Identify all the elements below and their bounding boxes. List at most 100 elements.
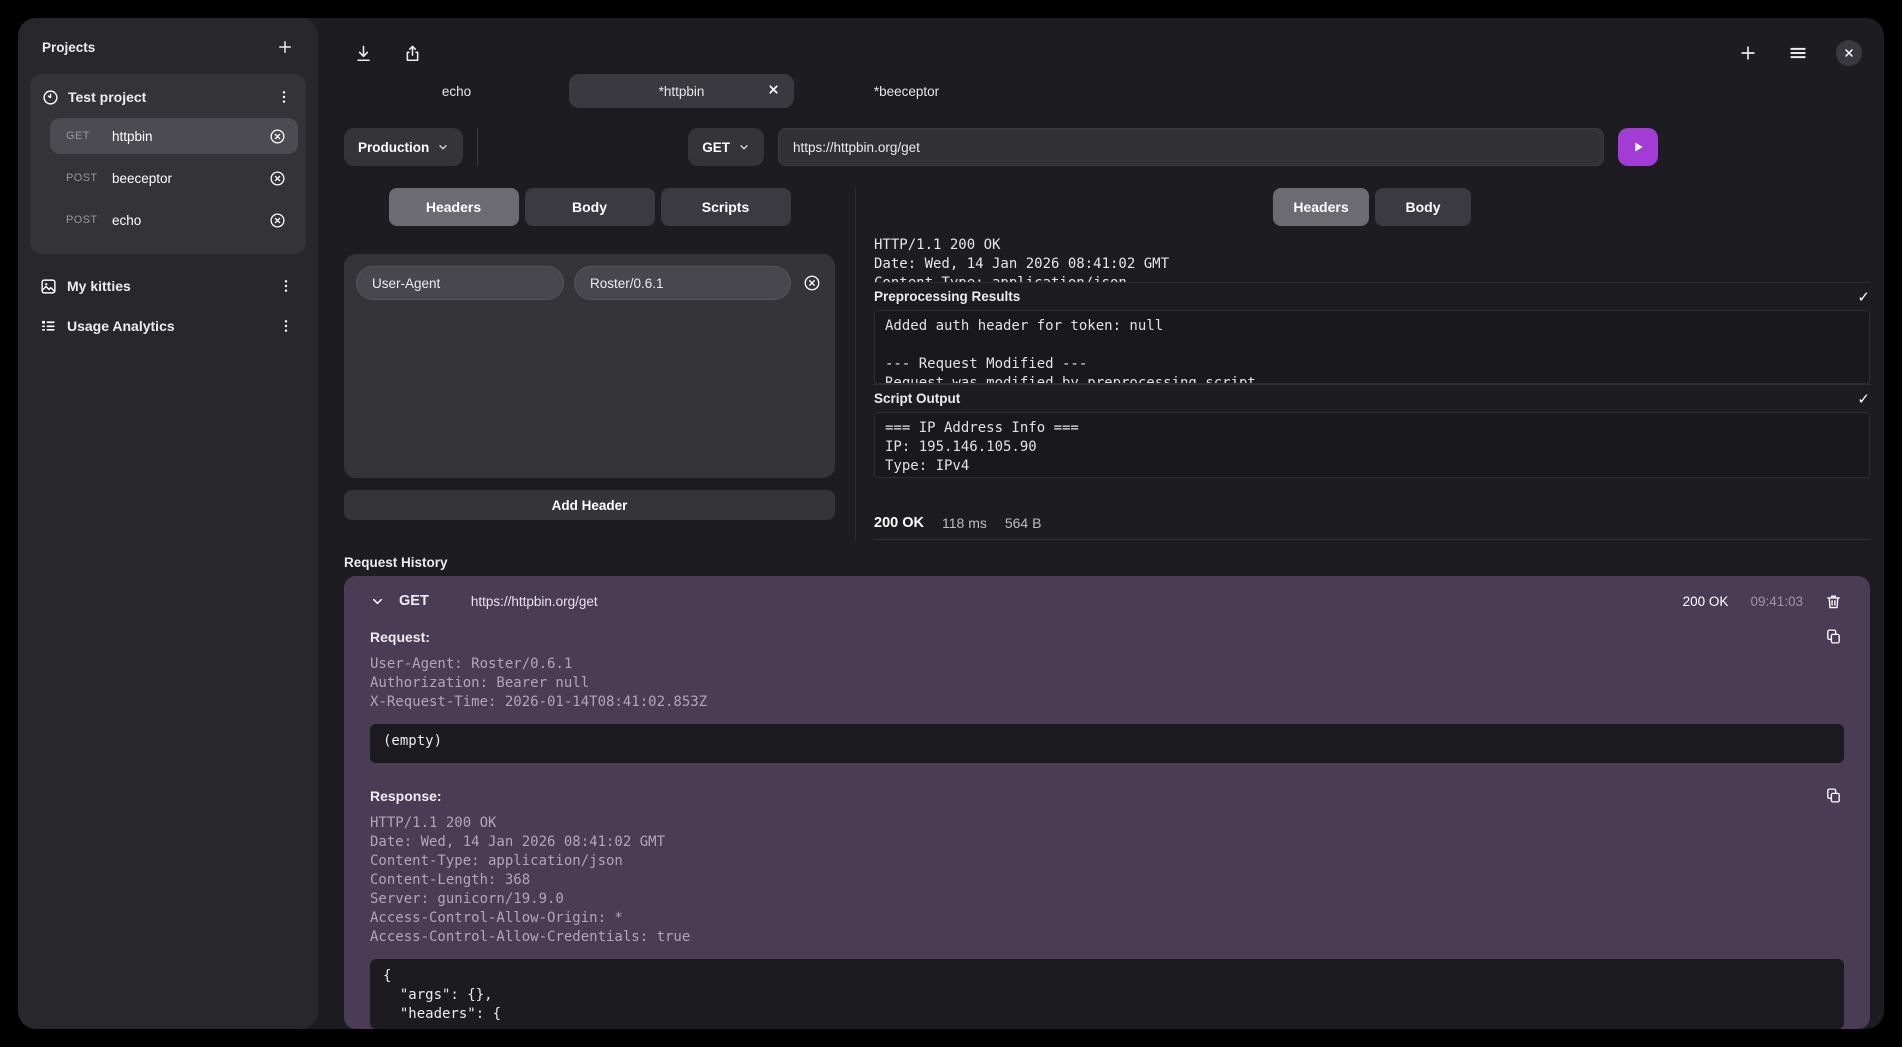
add-header-button[interactable]: Add Header	[344, 490, 835, 520]
send-request-button[interactable]	[1618, 128, 1658, 166]
export-button[interactable]	[401, 42, 424, 65]
delete-history-button[interactable]	[1823, 591, 1844, 612]
close-tab-button[interactable]	[767, 83, 780, 96]
script-output[interactable]: === IP Address Info === IP: 195.146.105.…	[874, 412, 1870, 478]
method-dropdown[interactable]: GET	[688, 128, 764, 166]
response-status-row: 200 OK 118 ms 564 B	[874, 506, 1870, 540]
history-entry: GET https://httpbin.org/get 200 OK 09:41…	[344, 576, 1870, 1029]
project-group-header[interactable]: Test project	[40, 84, 298, 110]
tab-request-headers[interactable]: Headers	[389, 188, 519, 226]
copy-icon	[1825, 628, 1842, 645]
hamburger-icon	[1788, 43, 1808, 63]
script-output-section-header: Script Output ✓	[874, 384, 1870, 412]
tab-beeceptor[interactable]: *beeceptor	[794, 74, 1019, 108]
plus-icon	[276, 38, 294, 56]
new-tab-button[interactable]	[1736, 41, 1760, 65]
app-window: Projects Test project GET httpbin	[18, 18, 1884, 1029]
history-url: https://httpbin.org/get	[471, 594, 1669, 609]
request-bar: Production GET	[344, 128, 1658, 166]
request-method-label: GET	[66, 130, 112, 142]
url-input[interactable]	[778, 128, 1604, 166]
kebab-menu-icon	[276, 89, 292, 105]
main-area: echo *httpbin *beeceptor Production GET	[318, 18, 1884, 1029]
kebab-menu-icon	[278, 278, 294, 294]
tab-response-body[interactable]: Body	[1375, 188, 1471, 226]
history-entry-body: Request: User-Agent: Roster/0.6.1 Author…	[344, 626, 1870, 1029]
request-method-label: POST	[66, 214, 112, 226]
history-method: GET	[399, 593, 429, 609]
project-group-test-project: Test project GET httpbin POST beeceptor	[30, 74, 306, 254]
tab-echo[interactable]: echo	[344, 74, 569, 108]
sidebar: Projects Test project GET httpbin	[18, 18, 318, 1029]
request-name-label: echo	[112, 213, 267, 228]
sidebar-item-echo[interactable]: POST echo	[50, 202, 298, 238]
status-size: 564 B	[1005, 515, 1042, 531]
history-response-header: Response:	[370, 785, 1844, 806]
import-button[interactable]	[352, 42, 375, 65]
circle-x-icon	[269, 128, 286, 145]
tab-label: echo	[442, 84, 471, 99]
status-time: 118 ms	[942, 515, 987, 531]
tab-httpbin[interactable]: *httpbin	[569, 74, 794, 108]
projects-title: Projects	[42, 40, 95, 55]
project-menu-button[interactable]	[274, 87, 294, 107]
copy-request-button[interactable]	[1823, 626, 1844, 647]
remove-request-button[interactable]	[267, 210, 288, 231]
sidebar-header: Projects	[30, 32, 306, 62]
collection-menu-button[interactable]	[276, 316, 296, 336]
sidebar-item-usage-analytics[interactable]: Usage Analytics	[30, 310, 306, 342]
chevron-down-icon[interactable]	[370, 594, 385, 609]
response-label: Response:	[370, 788, 442, 804]
circle-x-icon	[803, 274, 821, 292]
workspace: Headers Body Scripts Add Header	[344, 188, 1870, 540]
close-icon	[767, 83, 780, 96]
preprocessing-output[interactable]: Added auth header for token: null --- Re…	[874, 310, 1870, 384]
header-key-input[interactable]	[356, 266, 564, 300]
status-code: 200 OK	[874, 515, 924, 531]
history-response-body-box: { "args": {}, "headers": {	[370, 959, 1844, 1029]
check-icon: ✓	[1857, 288, 1870, 306]
sidebar-item-httpbin[interactable]: GET httpbin	[50, 118, 298, 154]
tab-label: *httpbin	[659, 84, 705, 99]
history-response-headers: HTTP/1.1 200 OK Date: Wed, 14 Jan 2026 0…	[370, 814, 1844, 947]
play-icon	[1630, 139, 1646, 155]
tab-response-headers[interactable]: Headers	[1273, 188, 1369, 226]
header-row	[356, 266, 823, 300]
request-history-title: Request History	[344, 548, 1870, 576]
remove-request-button[interactable]	[267, 168, 288, 189]
response-headers-preview[interactable]: HTTP/1.1 200 OK Date: Wed, 14 Jan 2026 0…	[874, 236, 1870, 282]
check-icon: ✓	[1857, 390, 1870, 408]
history-entry-header[interactable]: GET https://httpbin.org/get 200 OK 09:41…	[344, 576, 1870, 626]
preprocessing-output-text: Added auth header for token: null --- Re…	[885, 317, 1859, 384]
request-tabs: Headers Body Scripts	[344, 188, 835, 226]
sidebar-item-beeceptor[interactable]: POST beeceptor	[50, 160, 298, 196]
tab-request-body[interactable]: Body	[525, 188, 655, 226]
clock-icon	[42, 89, 59, 106]
window-close-button[interactable]	[1836, 40, 1862, 66]
headers-editor	[344, 254, 835, 478]
add-project-button[interactable]	[274, 36, 296, 58]
circle-x-icon	[269, 212, 286, 229]
script-output-text: === IP Address Info === IP: 195.146.105.…	[885, 419, 1859, 478]
sidebar-item-my-kitties[interactable]: My kitties	[30, 270, 306, 302]
collection-menu-button[interactable]	[276, 276, 296, 296]
environment-dropdown[interactable]: Production	[344, 128, 463, 166]
list-icon	[40, 318, 57, 335]
tab-request-scripts[interactable]: Scripts	[661, 188, 791, 226]
copy-response-button[interactable]	[1823, 785, 1844, 806]
image-icon	[40, 278, 57, 295]
top-toolbar	[344, 38, 1870, 68]
remove-header-button[interactable]	[801, 272, 823, 294]
script-output-title: Script Output	[874, 391, 960, 406]
response-tabs: Headers Body	[874, 188, 1870, 226]
history-status: 200 OK	[1683, 594, 1729, 609]
request-label: Request:	[370, 629, 430, 645]
preprocessing-section-header: Preprocessing Results ✓	[874, 282, 1870, 310]
header-value-input[interactable]	[574, 266, 791, 300]
remove-request-button[interactable]	[267, 126, 288, 147]
plus-icon	[1738, 43, 1758, 63]
chevron-down-icon	[738, 141, 750, 153]
history-request-body-box: (empty)	[370, 724, 1844, 763]
share-icon	[403, 44, 422, 63]
app-menu-button[interactable]	[1786, 41, 1810, 65]
